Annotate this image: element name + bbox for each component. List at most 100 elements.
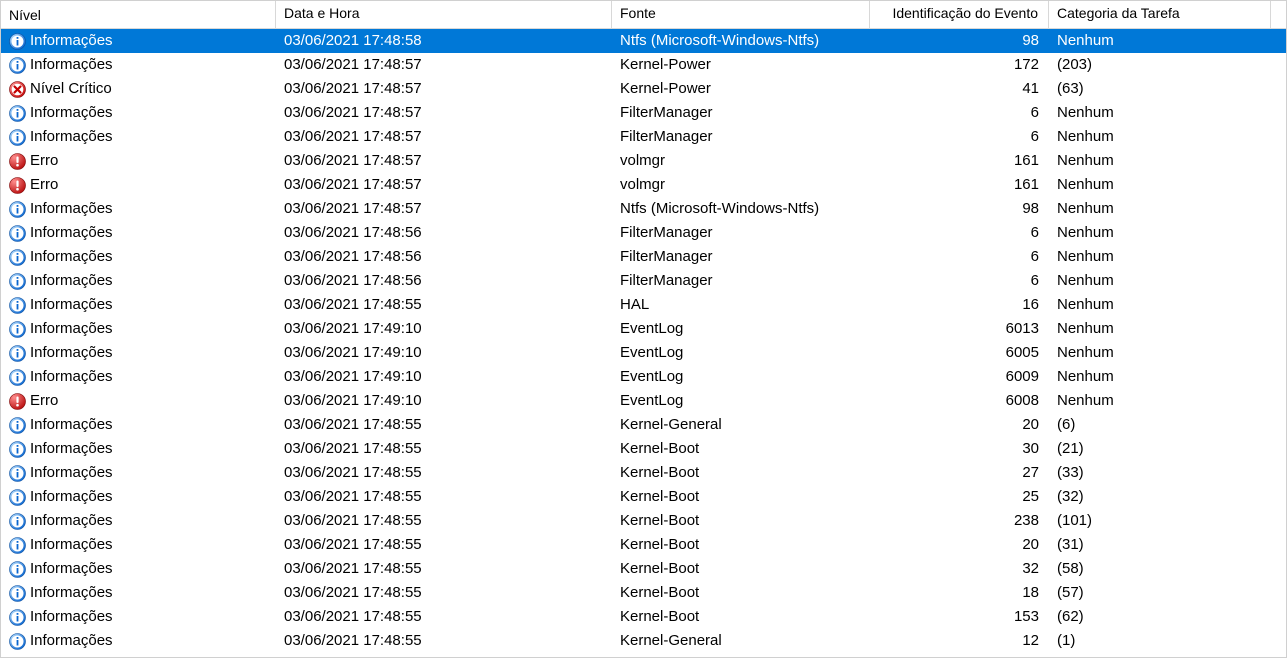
date-cell: 03/06/2021 17:48:57 bbox=[276, 125, 612, 149]
source-cell: EventLog bbox=[612, 317, 870, 341]
info-icon bbox=[9, 225, 26, 242]
event-id-cell: 98 bbox=[870, 29, 1049, 53]
column-header-date[interactable]: Data e Hora bbox=[276, 1, 612, 28]
level-text: Informações bbox=[30, 246, 113, 268]
date-cell: 03/06/2021 17:48:55 bbox=[276, 629, 612, 653]
category-cell: Nenhum bbox=[1049, 341, 1271, 365]
event-id-cell: 20 bbox=[870, 533, 1049, 557]
event-id-cell: 12 bbox=[870, 629, 1049, 653]
source-cell: Kernel-Boot bbox=[612, 557, 870, 581]
date-cell: 03/06/2021 17:48:55 bbox=[276, 293, 612, 317]
event-id-cell: 238 bbox=[870, 509, 1049, 533]
column-header-category[interactable]: Categoria da Tarefa bbox=[1049, 1, 1271, 28]
error-icon bbox=[9, 177, 26, 194]
table-row[interactable]: Informações03/06/2021 17:48:55Kernel-Gen… bbox=[1, 629, 1286, 653]
info-icon bbox=[9, 585, 26, 602]
table-row[interactable]: Erro03/06/2021 17:48:57volmgr161Nenhum bbox=[1, 149, 1286, 173]
table-row[interactable]: Informações03/06/2021 17:48:56FilterMana… bbox=[1, 221, 1286, 245]
info-icon bbox=[9, 609, 26, 626]
info-icon bbox=[9, 537, 26, 554]
info-icon bbox=[9, 513, 26, 530]
table-row[interactable]: Informações 03/06/2021 17:48:57FilterMana… bbox=[1, 125, 1286, 149]
level-text: Informações bbox=[30, 438, 113, 460]
table-row[interactable]: Informações03/06/2021 17:48:55Kernel-Boo… bbox=[1, 533, 1286, 557]
info-icon bbox=[9, 369, 26, 386]
date-cell: 03/06/2021 17:48:55 bbox=[276, 509, 612, 533]
info-icon bbox=[9, 201, 26, 218]
category-cell: (57) bbox=[1049, 581, 1271, 605]
table-row[interactable]: Informações03/06/2021 17:49:10EventLog60… bbox=[1, 317, 1286, 341]
source-cell: Ntfs (Microsoft-Windows-Ntfs) bbox=[612, 197, 870, 221]
event-id-cell: 41 bbox=[870, 77, 1049, 101]
table-row[interactable]: Informações03/06/2021 17:48:58Ntfs (Micr… bbox=[1, 29, 1286, 53]
table-row[interactable]: Informações03/06/2021 17:48:56FilterMana… bbox=[1, 269, 1286, 293]
level-text: Informações bbox=[30, 342, 113, 364]
event-id-cell: 6008 bbox=[870, 389, 1049, 413]
category-cell: Nenhum bbox=[1049, 245, 1271, 269]
table-row[interactable]: Informações03/06/2021 17:48:55Kernel-Boo… bbox=[1, 485, 1286, 509]
date-cell: 03/06/2021 17:48:55 bbox=[276, 533, 612, 557]
info-icon bbox=[9, 465, 26, 482]
error-icon bbox=[9, 153, 26, 170]
source-cell: Kernel-Power bbox=[612, 77, 870, 101]
table-row[interactable]: Informações03/06/2021 17:48:56FilterMana… bbox=[1, 245, 1286, 269]
category-cell: (63) bbox=[1049, 77, 1271, 101]
table-row[interactable]: Informações03/06/2021 17:48:57FilterMana… bbox=[1, 101, 1286, 125]
table-row[interactable]: Informações03/06/2021 17:49:10EventLog60… bbox=[1, 341, 1286, 365]
category-cell: Nenhum bbox=[1049, 365, 1271, 389]
date-cell: 03/06/2021 17:48:55 bbox=[276, 605, 612, 629]
info-icon bbox=[9, 441, 26, 458]
level-text: Informações bbox=[30, 486, 113, 508]
category-cell: Nenhum bbox=[1049, 221, 1271, 245]
column-header-source[interactable]: Fonte bbox=[612, 1, 870, 28]
table-row[interactable]: Informações03/06/2021 17:48:55Kernel-Boo… bbox=[1, 461, 1286, 485]
table-row[interactable]: Informações03/06/2021 17:48:55Kernel-Boo… bbox=[1, 437, 1286, 461]
date-cell: 03/06/2021 17:48:56 bbox=[276, 221, 612, 245]
event-id-cell: 27 bbox=[870, 461, 1049, 485]
category-cell: (101) bbox=[1049, 509, 1271, 533]
column-header-level[interactable]: Nível bbox=[1, 1, 276, 28]
level-text: Informações bbox=[30, 534, 113, 556]
source-cell: FilterManager bbox=[612, 125, 870, 149]
source-cell: Kernel-Boot bbox=[612, 605, 870, 629]
source-cell: Kernel-Boot bbox=[612, 509, 870, 533]
info-icon bbox=[9, 633, 26, 650]
source-cell: EventLog bbox=[612, 389, 870, 413]
event-id-cell: 6005 bbox=[870, 341, 1049, 365]
table-row[interactable]: Informações03/06/2021 17:48:55Kernel-Boo… bbox=[1, 605, 1286, 629]
table-row[interactable]: Erro03/06/2021 17:49:10EventLog6008Nenhu… bbox=[1, 389, 1286, 413]
info-icon bbox=[9, 321, 26, 338]
table-row[interactable]: Informações03/06/2021 17:48:55Kernel-Boo… bbox=[1, 557, 1286, 581]
level-text: Informações bbox=[30, 126, 113, 148]
table-row[interactable]: Informações03/06/2021 17:48:57Kernel-Pow… bbox=[1, 53, 1286, 77]
event-id-cell: 25 bbox=[870, 485, 1049, 509]
source-cell: HAL bbox=[612, 293, 870, 317]
table-row[interactable]: Informações 03/06/2021 17:48:55Kernel-Boo… bbox=[1, 509, 1286, 533]
event-id-cell: 6 bbox=[870, 101, 1049, 125]
info-icon bbox=[9, 249, 26, 266]
source-cell: Kernel-Power bbox=[612, 53, 870, 77]
event-id-cell: 30 bbox=[870, 437, 1049, 461]
level-text: Informações bbox=[30, 510, 113, 532]
table-row[interactable]: Informações03/06/2021 17:48:55Kernel-Gen… bbox=[1, 413, 1286, 437]
source-cell: Kernel-General bbox=[612, 629, 870, 653]
table-row[interactable]: Informações03/06/2021 17:48:55HAL16Nenhu… bbox=[1, 293, 1286, 317]
date-cell: 03/06/2021 17:48:55 bbox=[276, 581, 612, 605]
table-row[interactable]: Informações03/06/2021 17:48:55Kernel-Boo… bbox=[1, 581, 1286, 605]
category-cell: Nenhum bbox=[1049, 125, 1271, 149]
table-row[interactable]: Erro03/06/2021 17:48:57volmgr161Nenhum bbox=[1, 173, 1286, 197]
date-cell: 03/06/2021 17:48:56 bbox=[276, 245, 612, 269]
table-body[interactable]: Informações03/06/2021 17:48:58Ntfs (Micr… bbox=[1, 29, 1286, 657]
event-id-cell: 6 bbox=[870, 245, 1049, 269]
level-text: Informações bbox=[30, 30, 113, 52]
event-id-cell: 98 bbox=[870, 197, 1049, 221]
table-row[interactable]: Informações03/06/2021 17:49:10EventLog60… bbox=[1, 365, 1286, 389]
event-log-table: Nível Data e Hora Fonte Identificação do… bbox=[0, 0, 1287, 658]
date-cell: 03/06/2021 17:49:10 bbox=[276, 341, 612, 365]
level-text: Erro bbox=[30, 150, 58, 172]
category-cell: (203) bbox=[1049, 53, 1271, 77]
table-row[interactable]: Informações03/06/2021 17:48:57Ntfs (Micr… bbox=[1, 197, 1286, 221]
event-id-cell: 16 bbox=[870, 293, 1049, 317]
column-header-event-id[interactable]: Identificação do Evento bbox=[870, 1, 1049, 28]
table-row[interactable]: Nível Crítico03/06/2021 17:48:57Kernel-P… bbox=[1, 77, 1286, 101]
